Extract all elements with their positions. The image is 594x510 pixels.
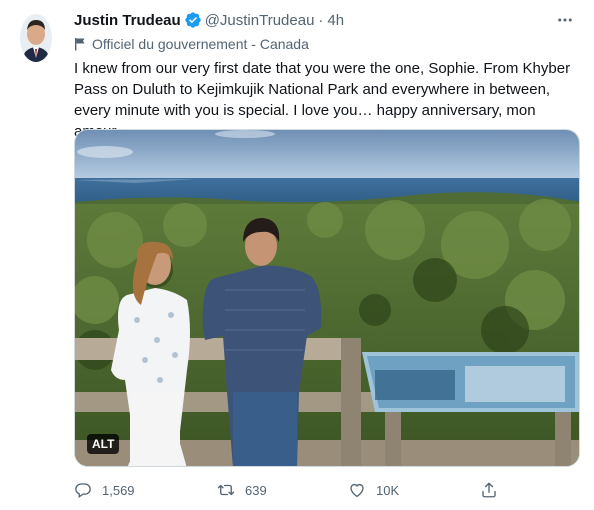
author-name[interactable]: Justin Trudeau — [74, 12, 181, 29]
retweet-button[interactable]: 639 — [217, 478, 267, 502]
header-separator: · — [318, 11, 324, 29]
government-flag-icon — [75, 38, 85, 51]
reply-icon — [75, 483, 91, 499]
alt-text-badge[interactable]: ALT — [87, 434, 120, 454]
tweet: Justin Trudeau @JustinTrudeau · 4h Offic… — [0, 0, 594, 510]
avatar[interactable] — [20, 14, 52, 62]
tweet-photo[interactable]: ALT — [74, 129, 580, 467]
government-label-text: Officiel du gouvernement - Canada — [92, 36, 309, 52]
tweet-timestamp[interactable]: 4h — [327, 12, 344, 29]
author-handle[interactable]: @JustinTrudeau — [205, 12, 315, 29]
verified-badge-icon — [184, 11, 202, 29]
share-button[interactable] — [480, 478, 508, 502]
heart-icon — [350, 483, 364, 498]
like-button[interactable]: 10K — [348, 478, 399, 502]
tweet-header: Justin Trudeau @JustinTrudeau · 4h — [74, 9, 576, 31]
government-label[interactable]: Officiel du gouvernement - Canada — [74, 34, 309, 54]
like-count: 10K — [376, 482, 400, 498]
tweet-actions: 1,569 639 10K — [74, 478, 504, 502]
reply-button[interactable]: 1,569 — [74, 478, 135, 502]
retweet-count: 639 — [245, 482, 267, 498]
retweet-icon — [217, 484, 235, 496]
share-icon — [482, 482, 496, 498]
more-horizontal-icon[interactable] — [554, 9, 576, 31]
reply-count: 1,569 — [102, 482, 135, 498]
